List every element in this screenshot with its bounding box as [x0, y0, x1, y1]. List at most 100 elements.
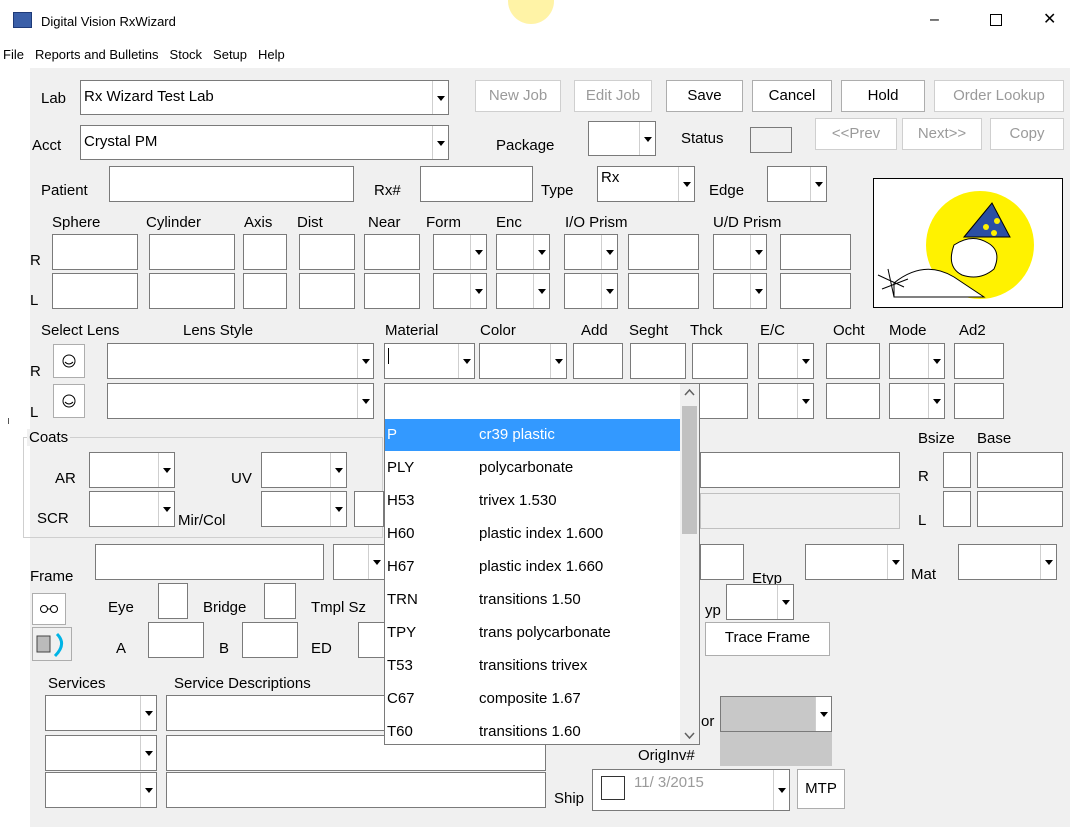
- material-option[interactable]: H60 plastic index 1.600: [385, 518, 681, 550]
- l-ad2-field[interactable]: [954, 383, 1004, 419]
- material-option[interactable]: H53 trivex 1.530: [385, 485, 681, 517]
- material-option[interactable]: Pcr39 plastic: [385, 419, 681, 451]
- type-select[interactable]: Rx: [597, 166, 695, 202]
- r-seght-field[interactable]: [630, 343, 686, 379]
- hold-button[interactable]: Hold: [841, 80, 925, 112]
- r-axis-field[interactable]: [243, 234, 287, 270]
- l-ud-prism-field[interactable]: [780, 273, 851, 309]
- prev-button[interactable]: <<Prev: [815, 118, 897, 150]
- scroll-down-icon[interactable]: [680, 726, 699, 744]
- b-field[interactable]: [242, 622, 298, 658]
- l-thck-field[interactable]: [692, 383, 748, 419]
- trace-frame-button[interactable]: Trace Frame: [705, 622, 830, 656]
- close-button[interactable]: ✕: [1043, 11, 1056, 28]
- l-enc-select[interactable]: [496, 273, 550, 309]
- service-select-3[interactable]: [45, 772, 157, 808]
- material-option[interactable]: C67 composite 1.67: [385, 683, 681, 715]
- l-dist-field[interactable]: [299, 273, 355, 309]
- uv-select[interactable]: [261, 452, 347, 488]
- l-io-prism-select[interactable]: [564, 273, 618, 309]
- r-color-select[interactable]: [479, 343, 567, 379]
- mat-select[interactable]: [958, 544, 1057, 580]
- menu-help[interactable]: Help: [258, 47, 285, 62]
- material-option[interactable]: TPY trans polycarbonate: [385, 617, 681, 649]
- service-desc-field-1[interactable]: [166, 695, 386, 731]
- r-enc-select[interactable]: [496, 234, 550, 270]
- r-select-lens-button[interactable]: [53, 344, 85, 378]
- ship-checkbox[interactable]: [601, 776, 625, 800]
- l-select-lens-button[interactable]: [53, 384, 85, 418]
- r-bsize-field[interactable]: [943, 452, 971, 488]
- l-near-field[interactable]: [364, 273, 420, 309]
- r-ec-select[interactable]: [758, 343, 814, 379]
- menu-setup[interactable]: Setup: [213, 47, 247, 62]
- ship-date-picker[interactable]: 11/ 3/2015: [592, 769, 790, 811]
- l-sphere-field[interactable]: [52, 273, 138, 309]
- edit-job-button[interactable]: Edit Job: [574, 80, 652, 112]
- mircol-select[interactable]: [261, 491, 347, 527]
- l-ec-select[interactable]: [758, 383, 814, 419]
- bridge-field[interactable]: [264, 583, 296, 619]
- r-mode-select[interactable]: [889, 343, 945, 379]
- r-lens-style-select[interactable]: [107, 343, 374, 379]
- next-button[interactable]: Next>>: [902, 118, 982, 150]
- material-option[interactable]: PLY polycarbonate: [385, 452, 681, 484]
- r-material-select[interactable]: [384, 343, 475, 379]
- order-lookup-button[interactable]: Order Lookup: [934, 80, 1064, 112]
- service-desc-field-3[interactable]: [166, 772, 546, 808]
- l-base-field[interactable]: [977, 491, 1063, 527]
- copy-button[interactable]: Copy: [990, 118, 1064, 150]
- service-select-2[interactable]: [45, 735, 157, 771]
- menu-reports-and-bulletins[interactable]: Reports and Bulletins: [35, 47, 159, 62]
- r-io-prism-field[interactable]: [628, 234, 699, 270]
- mtp-button[interactable]: MTP: [797, 769, 845, 809]
- frame-select[interactable]: [333, 544, 385, 580]
- minimize-button[interactable]: –: [930, 11, 939, 28]
- a-field[interactable]: [148, 622, 204, 658]
- frame-tracer-button[interactable]: [32, 627, 72, 661]
- coats-note-field-1[interactable]: [700, 452, 900, 488]
- r-base-field[interactable]: [977, 452, 1063, 488]
- save-button[interactable]: Save: [666, 80, 743, 112]
- r-ocht-field[interactable]: [826, 343, 880, 379]
- etyp-select[interactable]: [805, 544, 904, 580]
- eye-field[interactable]: [158, 583, 188, 619]
- material-option[interactable]: T53 transitions trivex: [385, 650, 681, 682]
- cancel-button[interactable]: Cancel: [752, 80, 832, 112]
- material-option[interactable]: T60 transitions 1.60: [385, 716, 681, 744]
- l-lens-style-select[interactable]: [107, 383, 374, 419]
- scrollbar-thumb[interactable]: [682, 406, 697, 534]
- l-mode-select[interactable]: [889, 383, 945, 419]
- scr-select[interactable]: [89, 491, 175, 527]
- menu-stock[interactable]: Stock: [170, 47, 203, 62]
- l-bsize-field[interactable]: [943, 491, 971, 527]
- rx-field[interactable]: [420, 166, 533, 202]
- material-option[interactable]: TRN transitions 1.50: [385, 584, 681, 616]
- ar-select[interactable]: [89, 452, 175, 488]
- l-ud-prism-select[interactable]: [713, 273, 767, 309]
- yp-select[interactable]: [726, 584, 794, 620]
- frame-field[interactable]: [95, 544, 324, 580]
- r-near-field[interactable]: [364, 234, 420, 270]
- mircol-extra-field[interactable]: [354, 491, 384, 527]
- frame-glasses-button[interactable]: [32, 593, 66, 625]
- frame-extra-field[interactable]: [700, 544, 744, 580]
- l-ocht-field[interactable]: [826, 383, 880, 419]
- l-cylinder-field[interactable]: [149, 273, 235, 309]
- menu-file[interactable]: File: [3, 47, 24, 62]
- scroll-up-icon[interactable]: [680, 384, 699, 402]
- r-io-prism-select[interactable]: [564, 234, 618, 270]
- r-ad2-field[interactable]: [954, 343, 1004, 379]
- material-option[interactable]: H67 plastic index 1.660: [385, 551, 681, 583]
- dropdown-scrollbar[interactable]: [680, 384, 699, 744]
- r-thck-field[interactable]: [692, 343, 748, 379]
- material-dropdown-list[interactable]: Pcr39 plastic PLY polycarbonate H53 trivex…: [384, 383, 700, 745]
- l-io-prism-field[interactable]: [628, 273, 699, 309]
- r-sphere-field[interactable]: [52, 234, 138, 270]
- r-cylinder-field[interactable]: [149, 234, 235, 270]
- l-form-select[interactable]: [433, 273, 487, 309]
- new-job-button[interactable]: New Job: [475, 80, 561, 112]
- edge-select[interactable]: [767, 166, 827, 202]
- r-ud-prism-field[interactable]: [780, 234, 851, 270]
- package-select[interactable]: [588, 121, 656, 156]
